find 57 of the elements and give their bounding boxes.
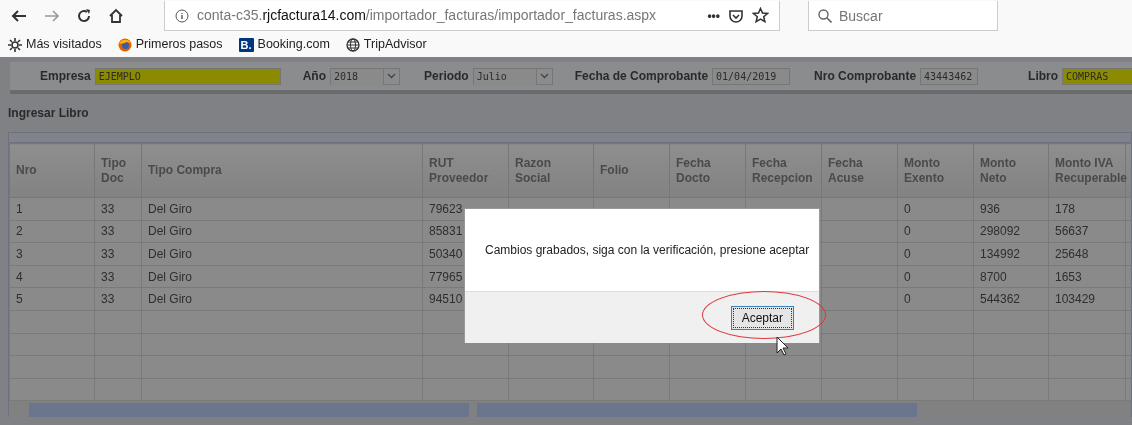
info-icon [175,8,189,23]
bookmark-link[interactable]: Más visitados [26,35,102,54]
bookmark-link[interactable]: TripAdvisor [363,35,427,54]
select-field[interactable]: 2018 [330,67,401,85]
field-label: Empresa [40,68,91,85]
column-header: Monto IVA Recuperable [1048,143,1126,198]
table-cell: Del Giro [141,220,423,243]
column-header: Razon Social [508,143,594,198]
caret-icon [539,73,549,79]
table-cell: 5 [9,287,95,311]
letter-b-icon: B. [238,37,254,52]
column-header: Tipo Doc [94,143,142,198]
field-label: Nro Comprobante [814,68,917,85]
gear-icon [8,37,22,52]
select-field[interactable]: Julio [472,67,553,85]
column-header: Nro [9,143,95,198]
column-header: Tipo Compra [141,143,423,198]
accept-button[interactable]: Aceptar [730,305,794,330]
browser-logo-icon [117,37,132,52]
column-header: RUT Proveedor [422,143,509,198]
column-header: Fecha Recepcion [745,143,822,198]
table-cell: 4 [9,265,95,288]
column-header: Monto Neto [973,143,1049,198]
url-text[interactable]: conta-c35.rjcfactura14.com/importador_facturas/importador_facturas.aspx [197,5,700,26]
home-icon[interactable] [108,8,124,24]
forward-icon[interactable] [44,8,60,24]
search-field[interactable]: Buscar [808,1,998,31]
table-cell: 2 [9,220,95,243]
bookmark-link[interactable]: Booking.com [257,35,330,54]
column-header: Fecha Acuse [821,143,898,198]
input-field[interactable]: EJEMPLO [94,67,281,85]
input-field[interactable]: 43443462 [920,67,979,85]
field-label: Fecha de Comprobante [574,68,709,85]
field-label: Libro [1028,68,1059,85]
column-header: Fecha Docto [669,143,746,198]
page-actions-icon[interactable]: ••• [707,6,720,25]
table-cell: Del Giro [141,197,423,221]
pocket-icon[interactable] [728,7,744,24]
reload-icon[interactable] [76,8,92,24]
table-cell: Del Giro [141,287,423,311]
bookmark-link[interactable]: Primeros pasos [135,35,223,54]
field-label: Periodo [424,68,469,85]
field-label: Año [302,68,327,85]
search-icon [818,9,832,23]
column-header: Monto Exento [897,143,974,198]
table-cell: Del Giro [141,242,423,266]
section-title: Ingresar Libro [7,105,90,122]
cursor-icon [776,336,790,356]
table-cell: 3 [9,242,95,266]
star-icon[interactable] [752,7,769,24]
caret-icon [387,73,397,79]
globe-icon [345,37,360,52]
input-field[interactable]: COMPRAS [1062,67,1132,85]
table-cell: Del Giro [141,265,423,288]
column-header: Folio [593,143,670,198]
table-cell: 1 [9,197,95,221]
input-field[interactable]: 01/04/2019 [712,67,791,85]
